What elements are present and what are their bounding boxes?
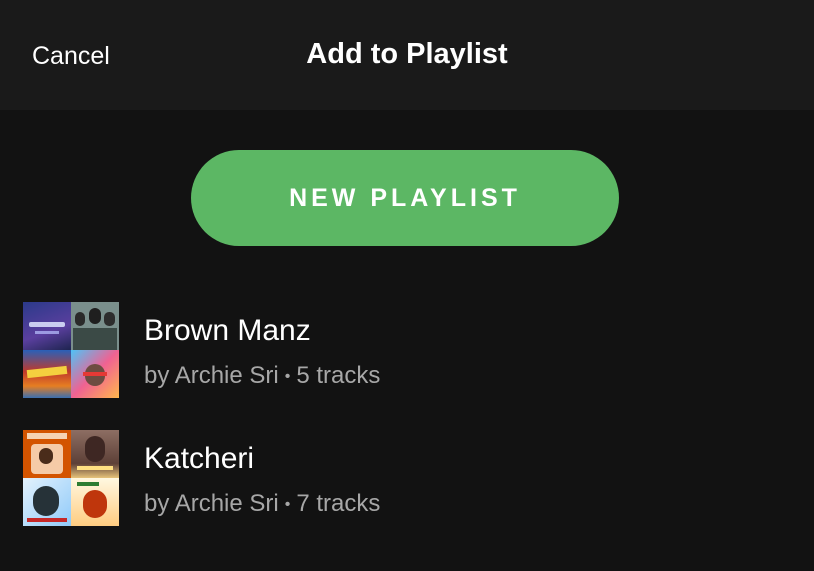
playlist-owner: by Archie Sri [144, 362, 279, 389]
playlist-name: Brown Manz [144, 314, 311, 347]
playlist-name: Katcheri [144, 442, 255, 475]
cover-tile [71, 478, 119, 526]
playlist-track-count: 7 tracks [296, 490, 381, 517]
playlist-cover-katcheri [23, 430, 119, 526]
playlist-cover-brown-manz [23, 302, 119, 398]
cover-tile [71, 302, 119, 350]
playlist-picker: NEW PLAYLIST Brown Manz by Archie Sri • … [0, 110, 814, 571]
page-title: Add to Playlist [306, 38, 508, 70]
separator-dot: • [284, 367, 291, 385]
playlist-track-count: 5 tracks [296, 362, 381, 389]
cover-tile [23, 478, 71, 526]
separator-dot: • [284, 495, 291, 513]
cover-tile [23, 302, 71, 350]
cover-tile [23, 430, 71, 478]
cover-tile [23, 350, 71, 398]
playlist-meta: by Archie Sri • 5 tracks [144, 362, 380, 390]
new-playlist-button[interactable]: NEW PLAYLIST [191, 150, 619, 246]
playlist-meta: by Archie Sri • 7 tracks [144, 490, 380, 518]
playlist-row-brown-manz[interactable]: Brown Manz by Archie Sri • 5 tracks [0, 302, 814, 402]
cover-tile [71, 430, 119, 478]
playlist-owner: by Archie Sri [144, 490, 279, 517]
playlist-row-katcheri[interactable]: Katcheri by Archie Sri • 7 tracks [0, 430, 814, 530]
header-bar: Cancel Add to Playlist [0, 0, 814, 110]
cover-tile [71, 350, 119, 398]
